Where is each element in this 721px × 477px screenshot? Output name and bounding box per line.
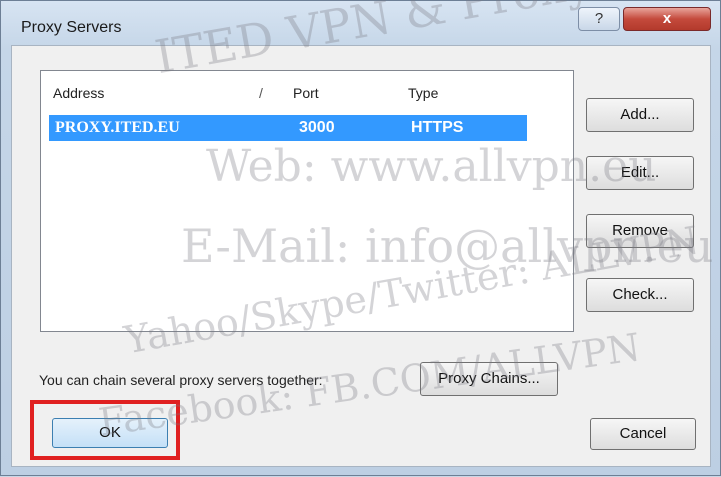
title-bar[interactable]: Proxy Servers ? x [1,1,720,45]
dialog-title: Proxy Servers [21,19,122,36]
chain-hint-label: You can chain several proxy servers toge… [39,372,323,388]
edit-button[interactable]: Edit... [586,156,694,190]
remove-button[interactable]: Remove [586,214,694,248]
column-sort-divider: / [259,85,263,101]
ok-button[interactable]: OK [52,418,168,448]
proxy-servers-dialog: Proxy Servers ? x Address / Port Type PR… [0,0,721,476]
list-header: Address / Port Type [41,71,573,101]
cell-port: 3000 [299,119,335,136]
add-button[interactable]: Add... [586,98,694,132]
list-row-selected[interactable]: PROXY.ITED.EU 3000 HTTPS [49,115,527,141]
column-header-type[interactable]: Type [408,85,438,101]
column-header-port[interactable]: Port [293,85,319,101]
cancel-button[interactable]: Cancel [590,418,696,450]
proxy-server-list[interactable]: Address / Port Type PROXY.ITED.EU 3000 H… [40,70,574,332]
help-button[interactable]: ? [578,7,620,31]
close-button[interactable]: x [623,7,711,31]
proxy-chains-button[interactable]: Proxy Chains... [420,362,558,396]
dialog-client-area: Address / Port Type PROXY.ITED.EU 3000 H… [11,45,711,467]
check-button[interactable]: Check... [586,278,694,312]
cell-address: PROXY.ITED.EU [55,119,180,136]
column-header-address[interactable]: Address [53,85,104,101]
cell-type: HTTPS [411,119,464,136]
